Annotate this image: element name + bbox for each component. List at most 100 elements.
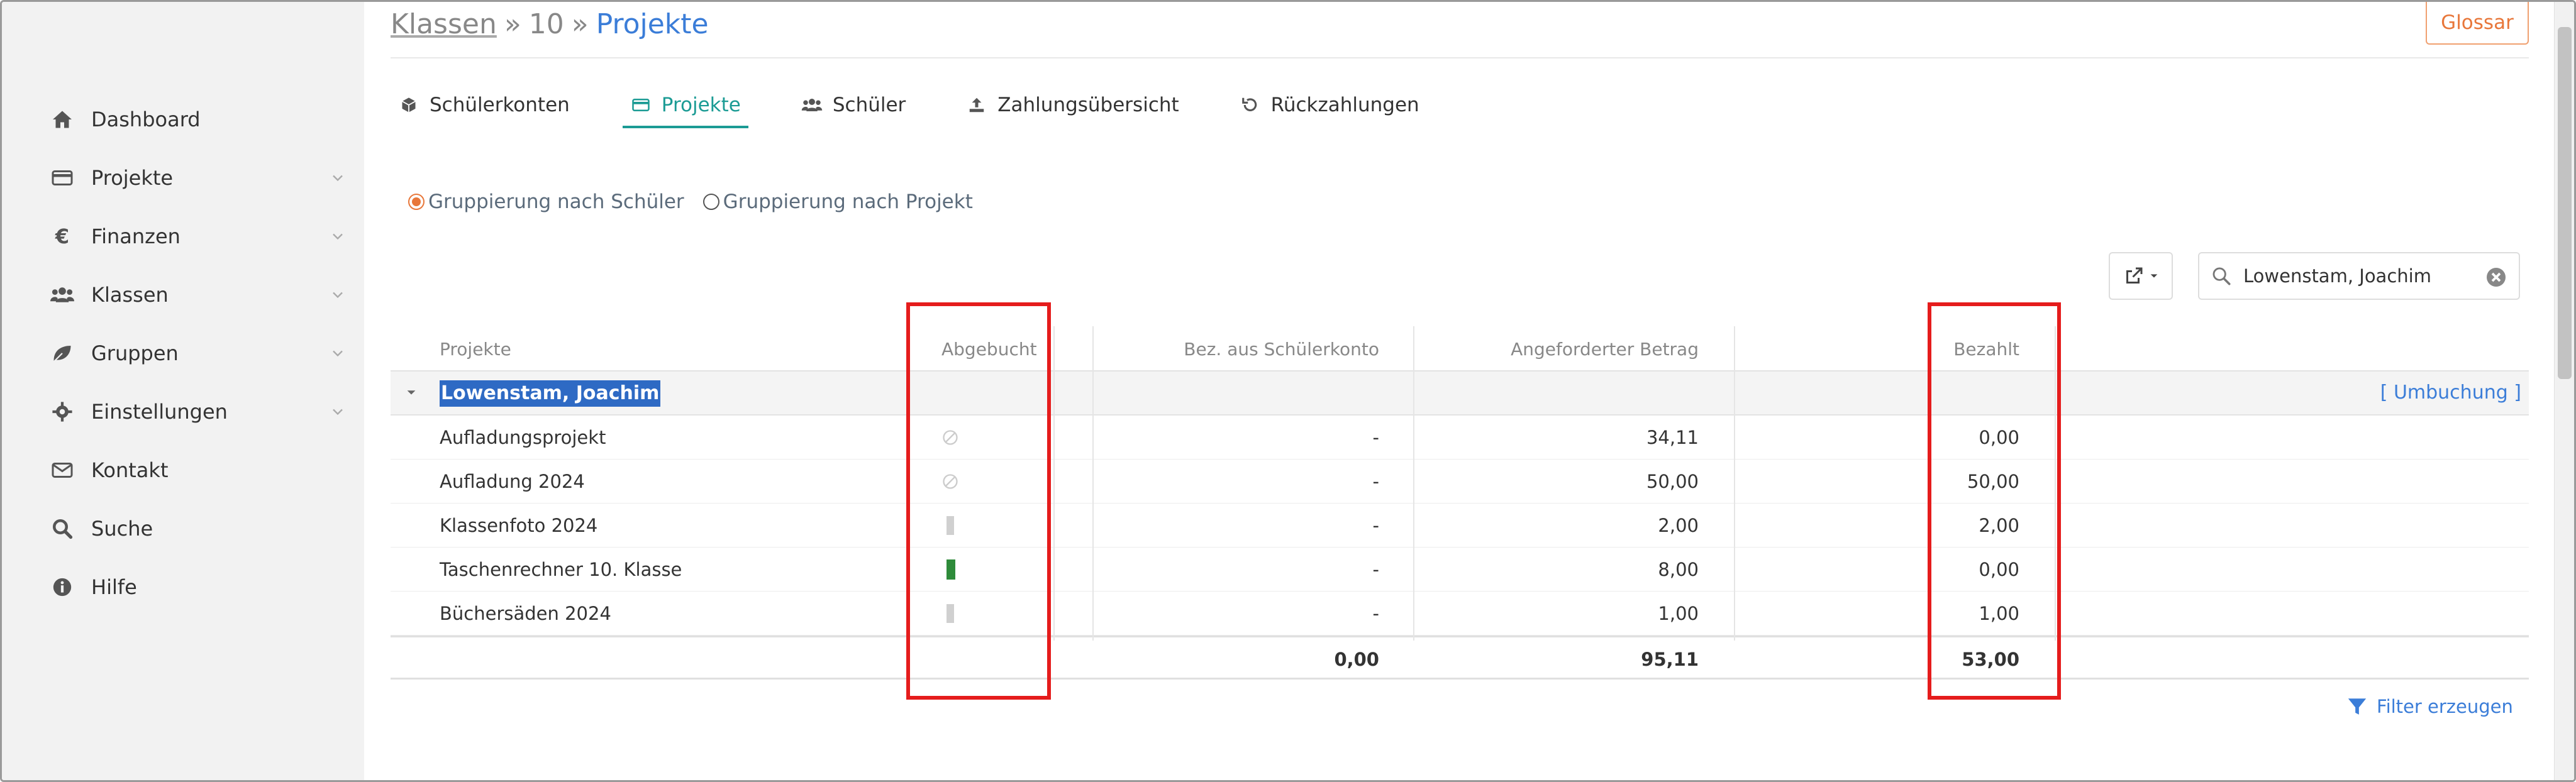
- tab-schueler[interactable]: Schüler: [794, 82, 913, 128]
- tab-label: Schüler: [832, 94, 906, 116]
- info-icon: [48, 573, 76, 601]
- breadcrumb-separator: »: [571, 8, 589, 40]
- tab-label: Rückzahlungen: [1270, 94, 1419, 116]
- sidebar-item-einstellungen[interactable]: Einstellungen: [2, 382, 364, 441]
- breadcrumb-klassen-link[interactable]: Klassen: [391, 8, 497, 40]
- chevron-down-icon: [333, 175, 343, 181]
- column-divider: [1413, 326, 1414, 641]
- tab-projekte[interactable]: Projekte: [622, 82, 748, 128]
- caret-down-icon[interactable]: [404, 385, 418, 399]
- column-divider: [1053, 326, 1055, 641]
- sidebar-item-label: Gruppen: [91, 341, 179, 365]
- card-icon: [630, 94, 652, 116]
- group-name: Lowenstam, Joachim: [440, 380, 661, 407]
- chevron-down-icon: [333, 409, 343, 415]
- sidebar-item-klassen[interactable]: Klassen: [2, 265, 364, 324]
- column-header-bez[interactable]: Bez. aus Schülerkonto: [1069, 326, 1379, 372]
- cube-icon: [398, 94, 419, 116]
- glossar-button[interactable]: Glossar: [2426, 2, 2529, 45]
- sidebar-item-label: Einstellungen: [91, 399, 228, 424]
- sidebar-item-gruppen[interactable]: Gruppen: [2, 324, 364, 382]
- tab-label: Zahlungsübersicht: [997, 94, 1179, 116]
- chevron-down-icon: [333, 350, 343, 356]
- sidebar-item-label: Klassen: [91, 282, 169, 307]
- grouping-options: Gruppierung nach Schüler Gruppierung nac…: [408, 190, 992, 213]
- sidebar: Dashboard Projekte € Finanzen Klassen Gr…: [2, 2, 364, 780]
- tab-zahlungsuebersicht[interactable]: Zahlungsübersicht: [958, 82, 1186, 128]
- cell-angefordert: 50,00: [1646, 471, 1699, 492]
- tab-label: Projekte: [661, 94, 741, 116]
- projects-table: Projekte Abgebucht Bez. aus Schülerkonto…: [391, 326, 2529, 680]
- sidebar-item-label: Dashboard: [91, 107, 201, 131]
- cell-angefordert: 2,00: [1658, 515, 1699, 536]
- export-icon: [2126, 267, 2143, 284]
- chevron-down-icon: [333, 233, 343, 240]
- table-row[interactable]: Aufladungsprojekt - 34,11 0,00: [391, 416, 2529, 460]
- upload-icon: [966, 94, 987, 116]
- cell-bez: -: [1372, 559, 1379, 580]
- scrollbar-thumb[interactable]: [2558, 27, 2572, 379]
- search-input[interactable]: [2243, 265, 2470, 287]
- umbuchung-link[interactable]: [ Umbuchung ]: [2380, 380, 2521, 405]
- radio-group-by-project[interactable]: Gruppierung nach Projekt: [702, 190, 973, 213]
- radio-button[interactable]: [702, 194, 719, 210]
- sidebar-item-kontakt[interactable]: Kontakt: [2, 441, 364, 499]
- filter-icon: [2348, 698, 2367, 715]
- table-row[interactable]: Klassenfoto 2024 - 2,00 2,00: [391, 504, 2529, 548]
- radio-group-by-student[interactable]: Gruppierung nach Schüler: [408, 190, 684, 213]
- column-header-projekte[interactable]: Projekte: [440, 326, 628, 372]
- euro-icon: €: [55, 224, 70, 248]
- sidebar-item-suche[interactable]: Suche: [2, 499, 364, 558]
- breadcrumb-separator: »: [504, 8, 521, 40]
- highlight-box-bezahlt: [1928, 302, 2061, 700]
- users-icon: [801, 94, 823, 116]
- radio-button-checked[interactable]: [408, 194, 425, 210]
- table-header: Projekte Abgebucht Bez. aus Schülerkonto…: [391, 326, 2529, 372]
- table-row[interactable]: Taschenrechner 10. Klasse - 8,00 0,00: [391, 548, 2529, 592]
- sidebar-item-dashboard[interactable]: Dashboard: [2, 90, 364, 148]
- scrollbar[interactable]: [2554, 2, 2574, 780]
- page-title: Projekte: [596, 8, 709, 40]
- leaf-icon: [48, 339, 76, 367]
- sidebar-item-label: Kontakt: [91, 458, 169, 482]
- sidebar-item-label: Projekte: [91, 165, 174, 190]
- breadcrumb: Klassen» 10» Projekte: [391, 8, 709, 40]
- search-icon: [2212, 267, 2231, 285]
- breadcrumb-class: 10: [528, 8, 564, 40]
- cell-angefordert: 8,00: [1658, 559, 1699, 580]
- card-icon: [48, 164, 76, 192]
- column-divider: [1734, 326, 1735, 641]
- cell-bez: -: [1372, 471, 1379, 492]
- cell-projekt: Aufladung 2024: [440, 471, 585, 492]
- mail-icon: [48, 456, 76, 484]
- column-header-angefordert[interactable]: Angeforderter Betrag: [1391, 326, 1699, 372]
- cell-projekt: Taschenrechner 10. Klasse: [440, 559, 682, 580]
- cell-bez: -: [1372, 427, 1379, 448]
- tab-rueckzahlungen[interactable]: Rückzahlungen: [1232, 82, 1427, 128]
- group-row[interactable]: Lowenstam, Joachim [ Umbuchung ]: [391, 372, 2529, 416]
- search-icon: [48, 515, 76, 542]
- app-window: Dashboard Projekte € Finanzen Klassen Gr…: [0, 0, 2576, 782]
- main-content: Klassen» 10» Projekte Glossar Schülerkonte…: [364, 2, 2574, 780]
- users-icon: [48, 281, 76, 309]
- column-divider: [1092, 326, 1094, 641]
- tab-label: Schülerkonten: [430, 94, 570, 116]
- sidebar-item-finanzen[interactable]: € Finanzen: [2, 207, 364, 265]
- cell-bez: -: [1372, 515, 1379, 536]
- chevron-down-icon: [333, 292, 343, 298]
- table-row[interactable]: Büchersäden 2024 - 1,00 1,00: [391, 592, 2529, 636]
- clear-icon[interactable]: [2485, 266, 2507, 289]
- table-row[interactable]: Aufladung 2024 - 50,00 50,00: [391, 460, 2529, 504]
- divider: [391, 57, 2529, 58]
- totals-row: 0,00 95,11 53,00: [391, 636, 2529, 680]
- search-field[interactable]: [2198, 252, 2520, 300]
- cell-angefordert: 1,00: [1658, 603, 1699, 624]
- sidebar-item-projekte[interactable]: Projekte: [2, 148, 364, 207]
- tab-schuelerkonten[interactable]: Schülerkonten: [391, 82, 577, 128]
- total-angefordert: 95,11: [1641, 649, 1699, 670]
- sidebar-item-hilfe[interactable]: Hilfe: [2, 558, 364, 616]
- filter-erzeugen-link[interactable]: Filter erzeugen: [2346, 696, 2513, 717]
- cell-bez: -: [1372, 603, 1379, 624]
- radio-label: Gruppierung nach Schüler: [428, 190, 684, 213]
- export-dropdown-button[interactable]: [2109, 252, 2173, 300]
